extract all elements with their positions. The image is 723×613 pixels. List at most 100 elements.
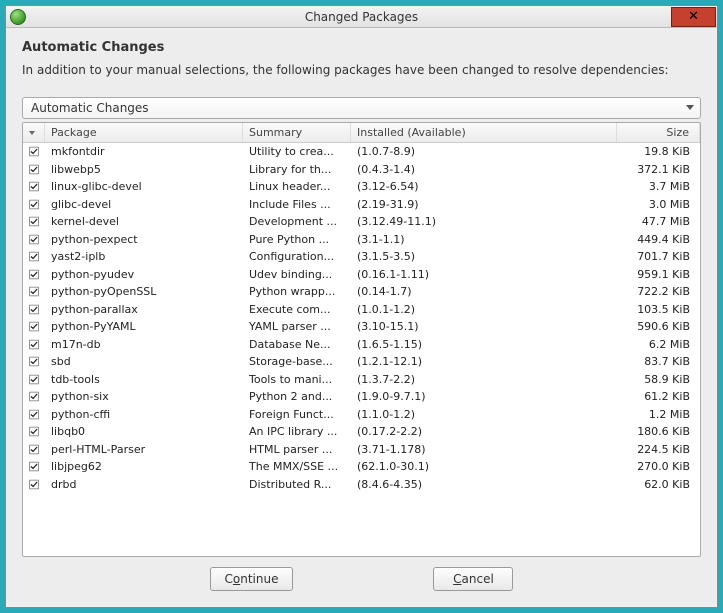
- row-installed: (0.17.2-2.2): [351, 425, 617, 438]
- table-row[interactable]: tdb-tools Tools to mani... (1.3.7-2.2) 5…: [23, 371, 700, 389]
- row-installed: (1.6.5-1.15): [351, 338, 617, 351]
- install-flag-icon: [29, 373, 39, 386]
- row-installed: (8.4.6-4.35): [351, 478, 617, 491]
- row-flag[interactable]: [23, 478, 45, 491]
- row-flag[interactable]: [23, 338, 45, 351]
- row-flag[interactable]: [23, 425, 45, 438]
- row-summary: Development ...: [243, 215, 351, 228]
- table-row[interactable]: perl-HTML-Parser HTML parser ... (3.71-1…: [23, 441, 700, 459]
- row-flag[interactable]: [23, 390, 45, 403]
- table-row[interactable]: python-pyOpenSSL Python wrapp... (0.14-1…: [23, 283, 700, 301]
- row-installed: (0.4.3-1.4): [351, 163, 617, 176]
- row-package: python-pyudev: [45, 268, 243, 281]
- table-row[interactable]: python-pexpect Pure Python ... (3.1-1.1)…: [23, 231, 700, 249]
- row-package: kernel-devel: [45, 215, 243, 228]
- column-package[interactable]: Package: [45, 123, 243, 142]
- chevron-down-icon: [686, 105, 694, 110]
- row-summary: Foreign Funct...: [243, 408, 351, 421]
- row-installed: (3.71-1.178): [351, 443, 617, 456]
- column-flag[interactable]: [23, 123, 45, 142]
- row-flag[interactable]: [23, 250, 45, 263]
- row-summary: Storage-base...: [243, 355, 351, 368]
- row-flag[interactable]: [23, 460, 45, 473]
- table-row[interactable]: libwebp5 Library for th... (0.4.3-1.4) 3…: [23, 161, 700, 179]
- row-size: 372.1 KiB: [617, 163, 700, 176]
- row-package: perl-HTML-Parser: [45, 443, 243, 456]
- row-size: 590.6 KiB: [617, 320, 700, 333]
- row-flag[interactable]: [23, 145, 45, 158]
- row-flag[interactable]: [23, 198, 45, 211]
- table-row[interactable]: m17n-db Database Ne... (1.6.5-1.15) 6.2 …: [23, 336, 700, 354]
- row-package: python-six: [45, 390, 243, 403]
- table-row[interactable]: drbd Distributed R... (8.4.6-4.35) 62.0 …: [23, 476, 700, 494]
- install-flag-icon: [29, 163, 39, 176]
- cancel-button[interactable]: Cancel: [433, 567, 513, 591]
- row-summary: Python wrapp...: [243, 285, 351, 298]
- row-installed: (0.14-1.7): [351, 285, 617, 298]
- changes-dropdown[interactable]: Automatic Changes: [22, 97, 701, 119]
- table-row[interactable]: sbd Storage-base... (1.2.1-12.1) 83.7 Ki…: [23, 353, 700, 371]
- install-flag-icon: [29, 408, 39, 421]
- table-row[interactable]: python-cffi Foreign Funct... (1.1.0-1.2)…: [23, 406, 700, 424]
- dropdown-label: Automatic Changes: [31, 101, 149, 115]
- row-flag[interactable]: [23, 320, 45, 333]
- row-flag[interactable]: [23, 408, 45, 421]
- row-size: 62.0 KiB: [617, 478, 700, 491]
- row-package: drbd: [45, 478, 243, 491]
- install-flag-icon: [29, 320, 39, 333]
- row-flag[interactable]: [23, 285, 45, 298]
- row-summary: Udev binding...: [243, 268, 351, 281]
- table-row[interactable]: mkfontdir Utility to crea... (1.0.7-8.9)…: [23, 143, 700, 161]
- install-flag-icon: [29, 268, 39, 281]
- table-row[interactable]: kernel-devel Development ... (3.12.49-11…: [23, 213, 700, 231]
- row-flag[interactable]: [23, 303, 45, 316]
- row-size: 47.7 MiB: [617, 215, 700, 228]
- section-heading: Automatic Changes: [22, 40, 701, 55]
- row-installed: (1.0.1-1.2): [351, 303, 617, 316]
- row-size: 701.7 KiB: [617, 250, 700, 263]
- content-area: Automatic Changes In addition to your ma…: [6, 28, 717, 607]
- table-row[interactable]: python-six Python 2 and... (1.9.0-9.7.1)…: [23, 388, 700, 406]
- row-summary: Configuration...: [243, 250, 351, 263]
- row-flag[interactable]: [23, 355, 45, 368]
- row-package: yast2-iplb: [45, 250, 243, 263]
- row-flag[interactable]: [23, 215, 45, 228]
- install-flag-icon: [29, 425, 39, 438]
- table-row[interactable]: libjpeg62 The MMX/SSE ... (62.1.0-30.1) …: [23, 458, 700, 476]
- row-flag[interactable]: [23, 373, 45, 386]
- table-row[interactable]: glibc-devel Include Files ... (2.19-31.9…: [23, 196, 700, 214]
- row-package: m17n-db: [45, 338, 243, 351]
- table-row[interactable]: python-parallax Execute com... (1.0.1-1.…: [23, 301, 700, 319]
- table-row[interactable]: linux-glibc-devel Linux header... (3.12-…: [23, 178, 700, 196]
- row-summary: Linux header...: [243, 180, 351, 193]
- row-flag[interactable]: [23, 268, 45, 281]
- row-package: python-cffi: [45, 408, 243, 421]
- column-installed[interactable]: Installed (Available): [351, 123, 617, 142]
- row-installed: (3.12-6.54): [351, 180, 617, 193]
- row-summary: Execute com...: [243, 303, 351, 316]
- row-installed: (62.1.0-30.1): [351, 460, 617, 473]
- row-flag[interactable]: [23, 233, 45, 246]
- column-summary[interactable]: Summary: [243, 123, 351, 142]
- table-body[interactable]: mkfontdir Utility to crea... (1.0.7-8.9)…: [23, 143, 700, 556]
- titlebar[interactable]: Changed Packages ✕: [6, 6, 717, 28]
- table-row[interactable]: libqb0 An IPC library ... (0.17.2-2.2) 1…: [23, 423, 700, 441]
- row-package: sbd: [45, 355, 243, 368]
- button-row: Continue Cancel: [22, 557, 701, 597]
- table-row[interactable]: yast2-iplb Configuration... (3.1.5-3.5) …: [23, 248, 700, 266]
- table-row[interactable]: python-PyYAML YAML parser ... (3.10-15.1…: [23, 318, 700, 336]
- continue-button[interactable]: Continue: [210, 567, 294, 591]
- install-flag-icon: [29, 460, 39, 473]
- row-installed: (1.0.7-8.9): [351, 145, 617, 158]
- row-size: 3.7 MiB: [617, 180, 700, 193]
- row-flag[interactable]: [23, 180, 45, 193]
- row-installed: (0.16.1-1.11): [351, 268, 617, 281]
- row-summary: Python 2 and...: [243, 390, 351, 403]
- row-installed: (1.2.1-12.1): [351, 355, 617, 368]
- row-size: 722.2 KiB: [617, 285, 700, 298]
- row-size: 58.9 KiB: [617, 373, 700, 386]
- table-row[interactable]: python-pyudev Udev binding... (0.16.1-1.…: [23, 266, 700, 284]
- row-flag[interactable]: [23, 443, 45, 456]
- row-flag[interactable]: [23, 163, 45, 176]
- column-size[interactable]: Size: [617, 123, 700, 142]
